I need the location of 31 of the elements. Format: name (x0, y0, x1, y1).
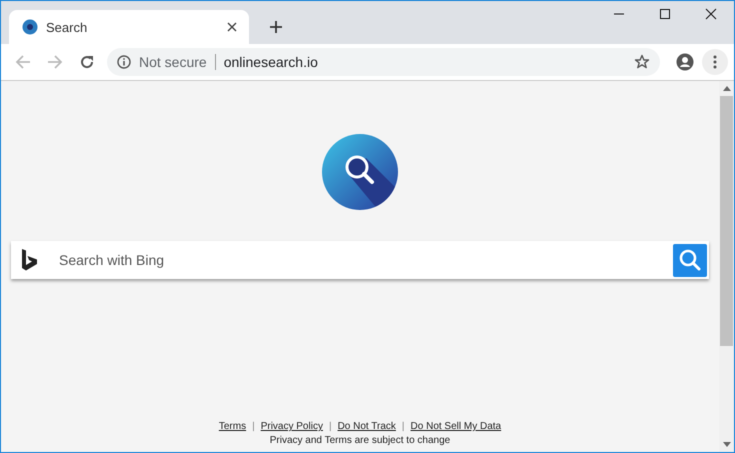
footer-link[interactable]: Terms (218, 421, 246, 432)
search-icon (679, 249, 701, 271)
address-bar[interactable]: Not secure onlinesearch.io (107, 48, 660, 76)
browser-tab[interactable]: Search (9, 10, 249, 44)
menu-button[interactable] (702, 49, 728, 75)
new-tab-icon[interactable] (269, 20, 283, 34)
maximize-icon[interactable] (659, 8, 671, 20)
security-label: Not secure (139, 54, 207, 70)
account-icon[interactable] (676, 53, 694, 71)
disclaimer-text: Privacy and Terms are subject to change (268, 435, 452, 446)
bing-logo-icon (21, 249, 39, 271)
reload-icon[interactable] (79, 54, 95, 70)
separator: | (328, 421, 332, 432)
footer-link[interactable]: Do Not Track (338, 421, 396, 432)
close-icon[interactable] (227, 22, 237, 32)
footer-link[interactable]: Privacy Policy (260, 421, 323, 432)
url-text: onlinesearch.io (224, 54, 318, 70)
close-icon[interactable] (705, 8, 717, 20)
globe-icon (22, 19, 38, 35)
star-icon[interactable] (634, 54, 650, 70)
separator: | (402, 421, 405, 432)
scroll-up-icon[interactable] (722, 86, 730, 91)
search-field[interactable]: Search with Bing (11, 241, 709, 279)
footer-link[interactable]: Do Not Sell My Data (410, 421, 502, 432)
tab-title: Search (46, 20, 88, 34)
separator: | (252, 421, 255, 432)
menu-icon (713, 55, 717, 69)
info-icon (117, 55, 131, 69)
search-button[interactable] (673, 244, 707, 276)
search-input[interactable]: Search with Bing (57, 251, 655, 269)
scroll-down-icon[interactable] (722, 442, 730, 447)
